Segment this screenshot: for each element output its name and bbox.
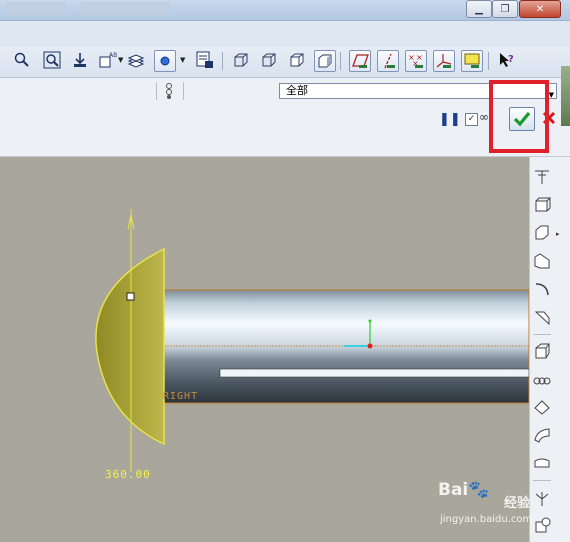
layers-icon[interactable] bbox=[126, 50, 146, 70]
drag-handle bbox=[126, 292, 135, 301]
highlight-annotation-box bbox=[489, 80, 549, 153]
toolbar-separator bbox=[488, 52, 489, 70]
annotation-icon[interactable] bbox=[461, 50, 483, 72]
watermark-cn-text: 经验 bbox=[504, 496, 531, 511]
pattern-tool-icon[interactable] bbox=[531, 489, 553, 509]
no-hidden-icon[interactable] bbox=[287, 50, 307, 70]
view-manager-icon[interactable] bbox=[195, 50, 215, 70]
extrude-tool-icon[interactable] bbox=[531, 195, 553, 215]
angle-dimension[interactable]: 360.00 bbox=[105, 468, 151, 481]
toolbar-separator bbox=[533, 334, 551, 335]
hidden-line-icon[interactable] bbox=[259, 50, 279, 70]
revolve-tool-icon[interactable] bbox=[531, 223, 553, 243]
chevron-right-icon[interactable]: ▸ bbox=[556, 230, 560, 238]
maximize-button[interactable]: ❐ bbox=[492, 0, 518, 18]
sweep-tool-icon[interactable] bbox=[531, 251, 553, 271]
chevron-down-icon: ▼ bbox=[548, 91, 554, 99]
shading-icon[interactable] bbox=[314, 50, 336, 72]
triad-y-tip bbox=[368, 319, 372, 323]
cylinder-slot bbox=[219, 368, 529, 378]
mirror-tool-icon[interactable] bbox=[531, 515, 553, 535]
svg-text:AB: AB bbox=[109, 52, 117, 59]
chevron-down-icon[interactable]: ▼ bbox=[180, 56, 185, 64]
zoom-area-icon[interactable] bbox=[42, 50, 62, 70]
rib-tool-icon[interactable] bbox=[531, 369, 553, 389]
status-indicator-strip bbox=[561, 66, 570, 126]
preview-glasses-icon: ∞ bbox=[479, 110, 489, 124]
toolbar-separator bbox=[222, 52, 223, 70]
menu-strip bbox=[0, 21, 570, 47]
chamfer-tool-icon[interactable] bbox=[531, 307, 553, 327]
triad-origin bbox=[367, 343, 373, 349]
reorient-icon[interactable]: AB bbox=[98, 50, 118, 70]
whats-this-icon[interactable]: ? bbox=[497, 50, 517, 70]
title-bar: ▁ ❐ ✕ bbox=[0, 0, 570, 21]
shell-tool-icon[interactable] bbox=[531, 425, 553, 445]
title-text-placeholder bbox=[6, 2, 66, 15]
selection-filter-value: 全部 bbox=[286, 84, 308, 97]
refit-icon[interactable] bbox=[70, 50, 90, 70]
svg-text:?: ? bbox=[508, 54, 514, 65]
baidu-watermark-logo: Bai🐾 bbox=[438, 480, 490, 500]
revolve-section bbox=[95, 247, 165, 446]
wireframe-icon[interactable] bbox=[231, 50, 251, 70]
display-style-icon[interactable] bbox=[154, 50, 176, 72]
chevron-down-icon[interactable]: ▼ bbox=[118, 56, 123, 64]
hole-tool-icon[interactable] bbox=[531, 341, 553, 361]
title-text-placeholder bbox=[80, 2, 170, 15]
toolbar-separator bbox=[533, 480, 551, 481]
datum-plane-label: RIGHT bbox=[163, 391, 199, 402]
blend-tool-icon[interactable] bbox=[531, 279, 553, 299]
smart-filter-icon[interactable] bbox=[163, 82, 175, 103]
toolbar-separator bbox=[340, 52, 341, 70]
round-tool-icon[interactable] bbox=[531, 453, 553, 473]
zoom-in-icon[interactable] bbox=[12, 50, 32, 70]
close-window-button[interactable]: ✕ bbox=[519, 0, 561, 18]
datum-axes-icon[interactable] bbox=[377, 50, 399, 72]
coordinate-systems-icon[interactable] bbox=[433, 50, 455, 72]
datum-points-icon[interactable]: × × × bbox=[405, 50, 427, 72]
minimize-button[interactable]: ▁ bbox=[466, 0, 492, 18]
preview-checkbox[interactable]: ✓ bbox=[465, 113, 478, 126]
draft-tool-icon[interactable] bbox=[531, 397, 553, 417]
row-separator bbox=[156, 82, 157, 100]
datum-plane-tool-icon[interactable] bbox=[531, 167, 553, 187]
watermark-url: jingyan.baidu.com bbox=[440, 514, 533, 525]
row-separator bbox=[183, 82, 184, 100]
datum-planes-icon[interactable] bbox=[349, 50, 371, 72]
pause-icon[interactable]: ❚❚ bbox=[439, 113, 461, 126]
